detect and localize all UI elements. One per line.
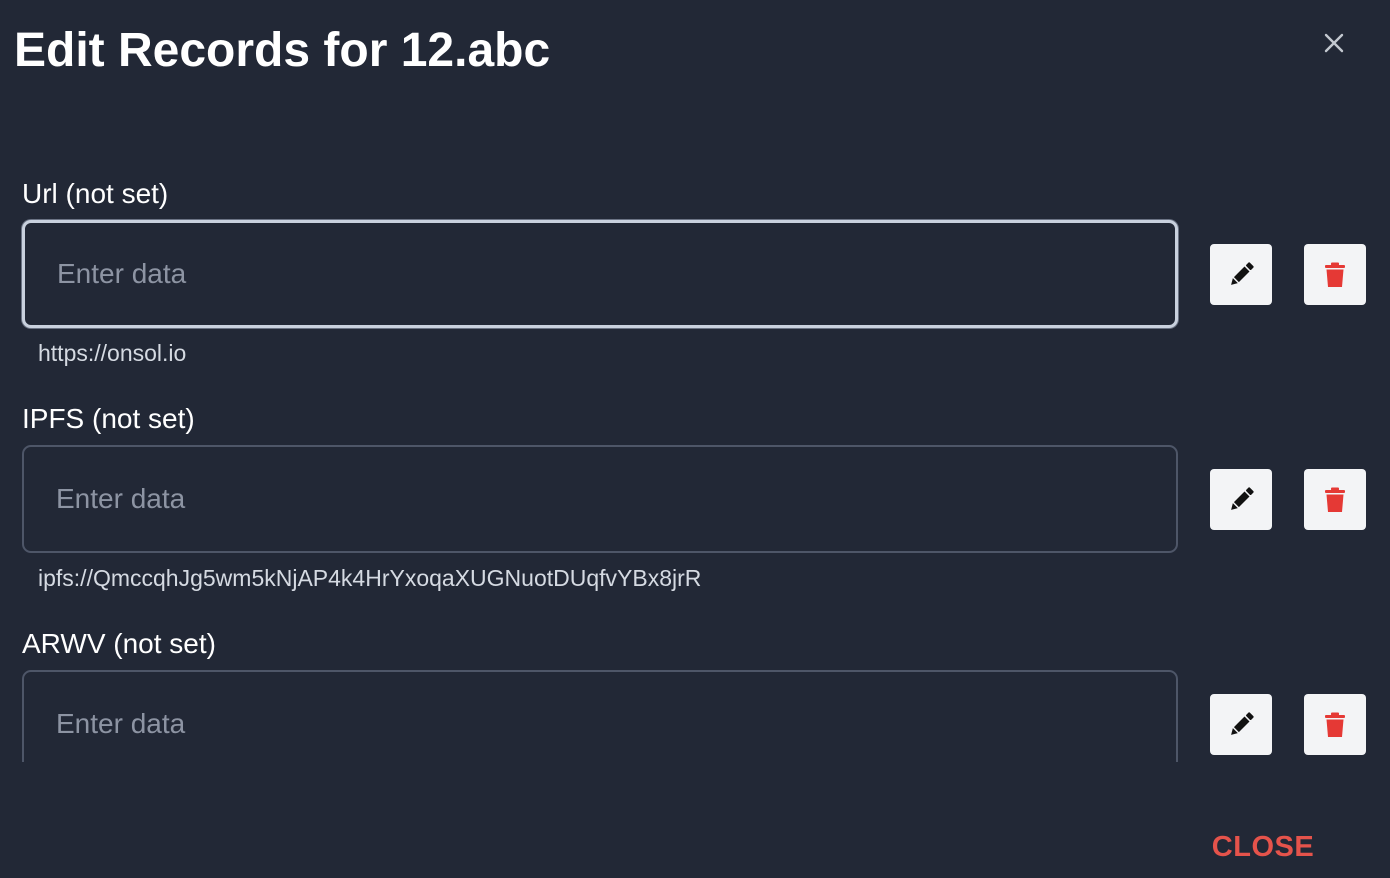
pencil-icon [1231, 486, 1254, 510]
record-label: ARWV (not set) [22, 628, 216, 659]
record-arwv-input[interactable] [22, 670, 1178, 762]
delete-arwv-button[interactable] [1304, 694, 1366, 755]
record-url: Url (not set) https://onsol.io [0, 176, 1390, 376]
record-ipfs: IPFS (not set) ipfs://QmccqhJg5wm5kNjAP4… [0, 401, 1390, 601]
trash-icon [1325, 262, 1345, 287]
delete-url-button[interactable] [1304, 244, 1366, 305]
record-ipfs-input[interactable] [22, 445, 1178, 553]
record-current-value: ipfs://QmccqhJg5wm5kNjAP4k4HrYxoqaXUGNuo… [38, 565, 702, 591]
records-list[interactable]: Url (not set) https://onsol.io [0, 0, 1390, 762]
pencil-icon [1231, 261, 1254, 285]
record-label: IPFS (not set) [22, 403, 195, 434]
edit-arwv-button[interactable] [1210, 694, 1272, 755]
record-label: Url (not set) [22, 178, 169, 209]
edit-records-dialog: Edit Records for 12.abc Url (not set) ht… [0, 0, 1390, 878]
edit-url-button[interactable] [1210, 244, 1272, 305]
record-url-input[interactable] [22, 220, 1178, 328]
delete-ipfs-button[interactable] [1304, 469, 1366, 530]
record-arwv: ARWV (not set) [0, 626, 1390, 762]
close-button[interactable]: CLOSE [1200, 826, 1326, 868]
edit-ipfs-button[interactable] [1210, 469, 1272, 530]
record-current-value: https://onsol.io [38, 340, 187, 366]
trash-icon [1325, 712, 1345, 737]
pencil-icon [1231, 711, 1254, 735]
trash-icon [1325, 487, 1345, 512]
